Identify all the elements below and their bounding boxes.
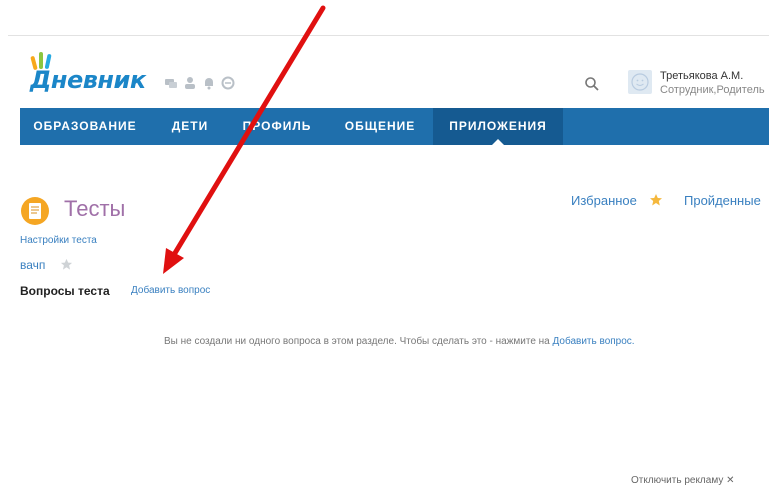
person-icon[interactable] (183, 76, 197, 90)
questions-label: Вопросы теста (20, 284, 110, 298)
top-divider (8, 35, 769, 36)
empty-message-text: Вы не создали ни одного вопроса в этом р… (164, 336, 550, 347)
add-question-link[interactable]: Добавить вопрос (131, 285, 210, 296)
header-icons (164, 76, 235, 90)
tests-icon (20, 196, 50, 226)
chat-icon[interactable] (164, 76, 178, 90)
user-role: Сотрудник,Родитель (660, 84, 765, 96)
user-name[interactable]: Третьякова А.М. (660, 70, 743, 82)
star-icon[interactable] (60, 258, 73, 271)
test-settings-link[interactable]: Настройки теста (20, 235, 97, 246)
disable-ads-link[interactable]: Отключить рекламу ✕ (631, 475, 734, 486)
completed-link[interactable]: Пройденные (684, 193, 761, 208)
nav-active-caret (492, 139, 504, 145)
nav-item-education[interactable]: ОБРАЗОВАНИЕ (20, 108, 150, 145)
bell-icon[interactable] (202, 76, 216, 90)
avatar[interactable] (628, 70, 652, 94)
search-icon[interactable] (584, 76, 600, 92)
add-question-inline-link[interactable]: Добавить вопрос. (553, 336, 635, 347)
main-nav: ОБРАЗОВАНИЕ ДЕТИ ПРОФИЛЬ ОБЩЕНИЕ ПРИЛОЖЕ… (20, 108, 769, 145)
nav-item-profile[interactable]: ПРОФИЛЬ (232, 108, 322, 145)
logo-text: Дневник (30, 66, 146, 94)
page-title: Тесты (64, 196, 126, 221)
nav-item-children[interactable]: ДЕТИ (160, 108, 220, 145)
globe-icon[interactable] (221, 76, 235, 90)
star-icon (649, 193, 663, 207)
test-name-link[interactable]: вачп (20, 258, 45, 272)
favorites-link[interactable]: Избранное (571, 193, 637, 208)
empty-message: Вы не создали ни одного вопроса в этом р… (164, 336, 635, 347)
nav-item-communication[interactable]: ОБЩЕНИЕ (335, 108, 425, 145)
